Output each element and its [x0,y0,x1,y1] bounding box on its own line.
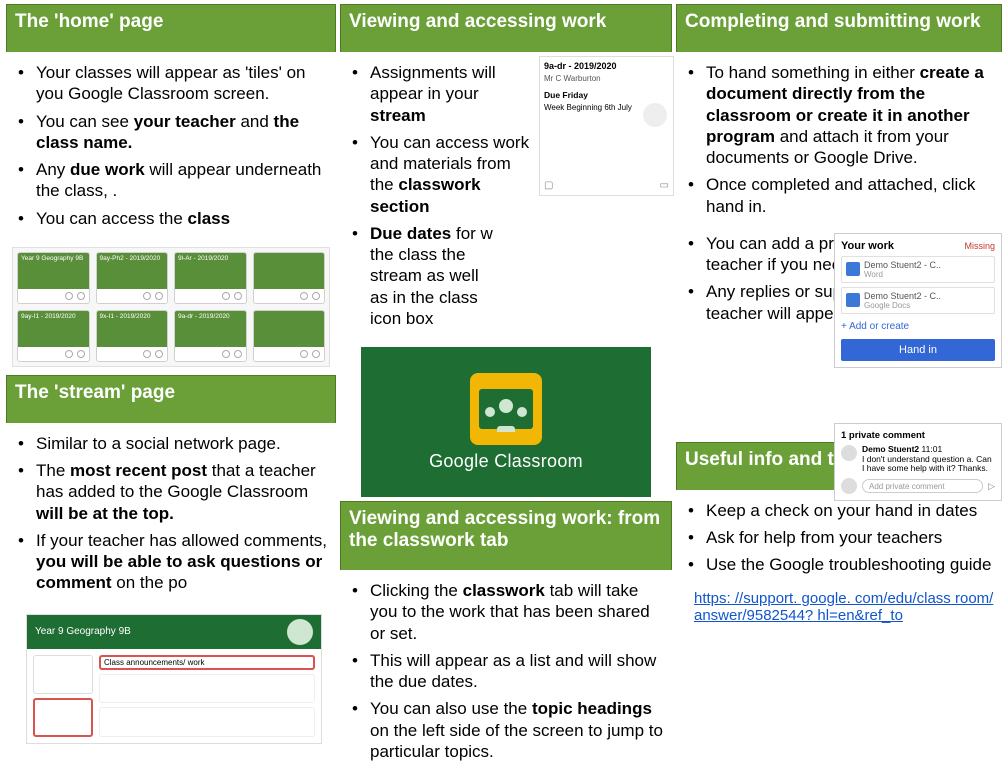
pc-input[interactable]: Add private comment [862,479,983,493]
bullet-point: To hand something in either create a doc… [694,62,996,168]
bullet-point: You can see your teacher and the class n… [24,111,330,154]
stream-banner-label: Year 9 Geography 9B [35,626,131,637]
class-tile[interactable] [253,310,326,362]
bullet-point: Once completed and attached, click hand … [694,174,996,217]
submit-header: Completing and submitting work [676,4,1002,52]
bullet-point: The most recent post that a teacher has … [24,460,330,524]
class-tile[interactable]: 9ay-I1 - 2019/2020 [17,310,90,362]
stream-post-row [99,674,315,704]
classwork-header: Viewing and accessing work: from the cla… [340,501,672,570]
assignment-card: 9a-dr - 2019/2020 Mr C Warburton Due Fri… [539,56,674,196]
bullet-point: You can access the class [24,208,330,229]
class-tile[interactable]: 9a-dr - 2019/2020 [174,310,247,362]
support-link[interactable]: https: //support. google. com/edu/class … [694,590,993,624]
status-missing: Missing [964,241,995,251]
bullet-point: Similar to a social network page. [24,433,330,454]
bullet-point: Due dates for wthe class thestream as we… [358,223,532,329]
stream-side-card-highlighted [33,698,93,737]
avatar [643,103,667,127]
viewing-header: Viewing and accessing work [340,4,672,52]
bullet-point: This will appear as a list and will show… [358,650,666,693]
bullet-point: Use the Google troubleshooting guide [694,554,996,575]
bullet-point: Any due work will appear underneath the … [24,159,330,202]
column-home-stream: The 'home' page Your classes will appear… [6,4,336,744]
home-header: The 'home' page [6,4,336,52]
attached-file[interactable]: Demo Stuent2 - C..Word [841,256,995,283]
private-comment-panel: 1 private comment Demo Stuent2 11:01 I d… [834,423,1002,501]
pc-header: 1 private comment [841,430,995,441]
add-or-create[interactable]: + Add or create [841,318,995,335]
stream-side-card [33,655,93,694]
attached-file[interactable]: Demo Stuent2 - C..Google Docs [841,287,995,314]
assignment-class: 9a-dr - 2019/2020 [544,61,669,71]
tips-points: Keep a check on your hand in dates Ask fo… [676,490,1002,590]
classroom-tiles-mock: Year 9 Geography 9B9ay-Ph2 - 2019/20209l… [12,247,330,367]
class-tile[interactable]: 9l-Ar - 2019/2020 [174,252,247,304]
stream-points: Similar to a social network page. The mos… [6,423,336,608]
hand-in-button[interactable]: Hand in [841,339,995,361]
submit-top-points: To hand something in either create a doc… [676,52,1002,231]
class-tile[interactable]: 9x-I1 - 2019/2020 [96,310,169,362]
home-points: Your classes will appear as 'tiles' on y… [6,52,336,243]
avatar [841,478,857,494]
google-classroom-badge: Google Classroom [361,347,651,497]
column-viewing: Viewing and accessing work Assignments w… [340,4,672,776]
bullet-point: Ask for help from your teachers [694,527,996,548]
docs-icon [846,293,860,307]
assignment-teacher: Mr C Warburton [544,74,669,83]
pc-message: I don't understand question a. Can I hav… [862,454,992,474]
bullet-point: If your teacher has allowed comments, yo… [24,530,330,594]
bullet-point: Keep a check on your hand in dates [694,500,996,521]
globe-icon [287,619,313,645]
your-work-title: Your work [841,240,894,252]
column-submitting: Completing and submitting work To hand s… [676,4,1002,624]
google-classroom-icon [470,373,542,445]
bullet-point: Your classes will appear as 'tiles' on y… [24,62,330,105]
stream-mock: Year 9 Geography 9B Class announcements/… [26,614,322,744]
stream-header: The 'stream' page [6,375,336,423]
bullet-point: Assignments will appear in your stream [358,62,532,126]
bullet-point: You can access work and materials from t… [358,132,532,217]
camera-icon: ▢ [544,180,553,191]
word-icon [846,262,860,276]
stream-announcement: Class announcements/ work [99,655,315,670]
classwork-points: Clicking the classwork tab will take you… [340,570,672,776]
bullet-point: You can also use the topic headings on t… [358,698,666,762]
stream-post-row [99,707,315,737]
assignment-due: Due Friday [544,90,669,100]
your-work-panel: Your workMissing Demo Stuent2 - C..Word … [834,233,1002,368]
class-tile[interactable]: Year 9 Geography 9B [17,252,90,304]
class-tile[interactable] [253,252,326,304]
folder-icon: ▭ [660,180,669,191]
avatar [841,445,857,461]
bullet-point: Clicking the classwork tab will take you… [358,580,666,644]
class-tile[interactable]: 9ay-Ph2 - 2019/2020 [96,252,169,304]
send-icon[interactable]: ▷ [988,481,995,492]
google-classroom-label: Google Classroom [429,451,583,472]
